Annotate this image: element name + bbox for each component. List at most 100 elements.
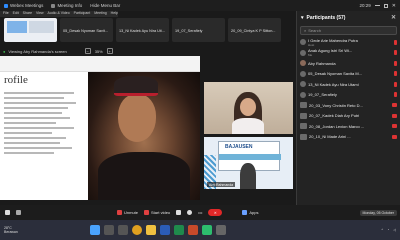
zoom-out-button[interactable]: − [84, 48, 91, 54]
info-icon [51, 3, 56, 8]
meeting-clock: 20:29 ✕ [359, 2, 396, 9]
temperature: 28°C [4, 225, 12, 230]
avatar [300, 102, 307, 109]
participant-name: 20_10_Ni Made Arini ... [309, 134, 351, 140]
apps-button[interactable]: Apps [242, 210, 258, 215]
muted-mic-icon[interactable] [394, 39, 397, 45]
video-off-icon[interactable] [392, 113, 397, 118]
excel-icon[interactable] [174, 225, 184, 235]
participant-name: 05_Desak Nyoman Savita M... [308, 71, 363, 77]
captions-button[interactable] [5, 210, 10, 215]
slide-text-line [4, 152, 54, 154]
photo-headband [114, 76, 158, 96]
captions-icon [5, 210, 10, 215]
muted-mic-icon[interactable] [394, 71, 397, 77]
participant-role: Host [308, 42, 315, 47]
participant-row[interactable]: 20_03_Vony Christin Reto D... [297, 100, 400, 111]
layout-button[interactable] [16, 210, 21, 215]
participant-thumbnail[interactable]: 05_Desak Nyoman Savit... [60, 18, 113, 42]
minimize-icon[interactable] [374, 5, 380, 6]
reactions-button[interactable] [187, 210, 193, 215]
windows-start-icon[interactable] [90, 225, 100, 235]
zoom-in-button[interactable]: + [106, 48, 113, 54]
participant-search-input[interactable]: ⌕ Search [300, 26, 397, 35]
slide-text-line [4, 137, 66, 139]
participant-row[interactable]: Aby Rahmanda [297, 58, 400, 69]
muted-mic-icon[interactable] [394, 92, 397, 98]
slide-text-line [4, 117, 70, 119]
participant-row[interactable]: 19_07_Serafiely [297, 90, 400, 101]
participant-row[interactable]: Anak Agung Istri Sri Wi... Me [297, 48, 400, 59]
video-off-icon[interactable] [392, 103, 397, 108]
layout-icon [16, 210, 21, 215]
webex-icon [4, 3, 8, 8]
share-button[interactable] [176, 210, 182, 215]
participant-thumbnail[interactable]: 19_07_Serafiely [172, 18, 225, 42]
maximize-icon[interactable] [383, 3, 388, 8]
avatar [300, 112, 307, 119]
leave-meeting-button[interactable]: ✕ [208, 209, 223, 216]
avatar [300, 133, 307, 140]
participant-row[interactable]: 20_10_Ni Made Arini ... [297, 132, 400, 143]
window-title-bar: Webex Meetings Meeting Info Hide Menu Ba… [0, 0, 400, 11]
participant-name: 19_07_Serafiely [308, 92, 337, 98]
shared-screen[interactable]: rofile [0, 56, 200, 200]
settings-icon[interactable] [216, 225, 226, 235]
participant-name-text: Anak Agung Istri Sri Wi... [308, 48, 353, 54]
tab-webex-meetings[interactable]: Webex Meetings [0, 0, 47, 11]
video-person-body [232, 118, 264, 134]
participant-row[interactable]: 20_07_Kadek Diah Ary Putri [297, 111, 400, 122]
weather-condition: Berawan [4, 230, 18, 235]
wifi-icon[interactable]: ◔ [387, 228, 389, 232]
chevron-up-icon[interactable]: ^ [382, 228, 384, 232]
word-icon[interactable] [160, 225, 170, 235]
video-off-icon [144, 210, 150, 215]
participant-row[interactable]: 05_Desak Nyoman Savita M... [297, 69, 400, 80]
video-off-icon[interactable] [392, 134, 397, 139]
start-video-button[interactable]: Start video [144, 210, 170, 215]
muted-mic-icon[interactable] [394, 50, 397, 56]
close-panel-icon[interactable]: ✕ [391, 14, 396, 21]
slide-text-line [4, 127, 74, 129]
muted-mic-icon[interactable] [394, 81, 397, 87]
slide-title: rofile [4, 74, 28, 86]
participant-video-tile[interactable] [204, 82, 293, 134]
shared-screen-thumbnail[interactable] [4, 18, 57, 42]
tab-meeting-info[interactable]: Meeting Info [47, 0, 86, 11]
apps-icon [242, 210, 248, 215]
video-off-icon[interactable] [392, 124, 397, 129]
avatar [300, 60, 306, 67]
close-icon[interactable]: ✕ [392, 3, 396, 9]
file-explorer-icon[interactable] [146, 225, 156, 235]
task-view-icon[interactable] [118, 225, 128, 235]
search-icon[interactable] [104, 225, 114, 235]
participant-thumbnail[interactable]: 20_09_Cintya K P Sitton... [228, 18, 281, 42]
slide-text-line [4, 142, 60, 144]
participant-row[interactable]: 13_Ni Kadek Ayu Nira Utami [297, 79, 400, 90]
slide-text-line [4, 97, 64, 99]
powerpoint-icon[interactable] [188, 225, 198, 235]
participant-name-text: I Gede Arie Mahendra Putra [308, 37, 358, 43]
weather-widget[interactable]: 28°C Berawan [4, 226, 18, 235]
avatar [300, 91, 306, 98]
participant-name: 20_08_Jordan Lexion Marco ... [309, 123, 365, 129]
chevron-down-icon[interactable]: ▾ [301, 15, 304, 21]
volume-icon[interactable]: ◁ [393, 228, 396, 232]
zoom-controls: − 35% + [84, 48, 113, 54]
unmute-button[interactable]: Unmute [117, 210, 138, 215]
avatar [300, 123, 307, 130]
participant-row[interactable]: 20_08_Jordan Lexion Marco ... [297, 121, 400, 132]
webex-icon[interactable] [202, 225, 212, 235]
muted-mic-icon[interactable] [394, 60, 397, 66]
date-tooltip: Monday, 05 October [359, 209, 397, 216]
participant-row[interactable]: I Gede Arie Mahendra Putra Host [297, 37, 400, 48]
participant-video-tile-aby[interactable]: BAJAUSEN Aby Rahmanda [204, 137, 293, 189]
participant-name: Anak Agung Istri Sri Wi... Me [308, 48, 392, 57]
more-options-button[interactable]: ••• [198, 210, 202, 215]
participant-thumbnail[interactable]: 13_Ni Kadek Ayu Nira Uti... [116, 18, 169, 42]
hide-menu-bar-button[interactable]: Hide Menu Bar [86, 0, 124, 11]
system-tray: ^ ◔ ◁ [382, 228, 396, 232]
presentation-toolbar [0, 56, 200, 72]
chrome-icon[interactable] [132, 225, 142, 235]
banner-text: BAJAUSEN [225, 144, 253, 150]
